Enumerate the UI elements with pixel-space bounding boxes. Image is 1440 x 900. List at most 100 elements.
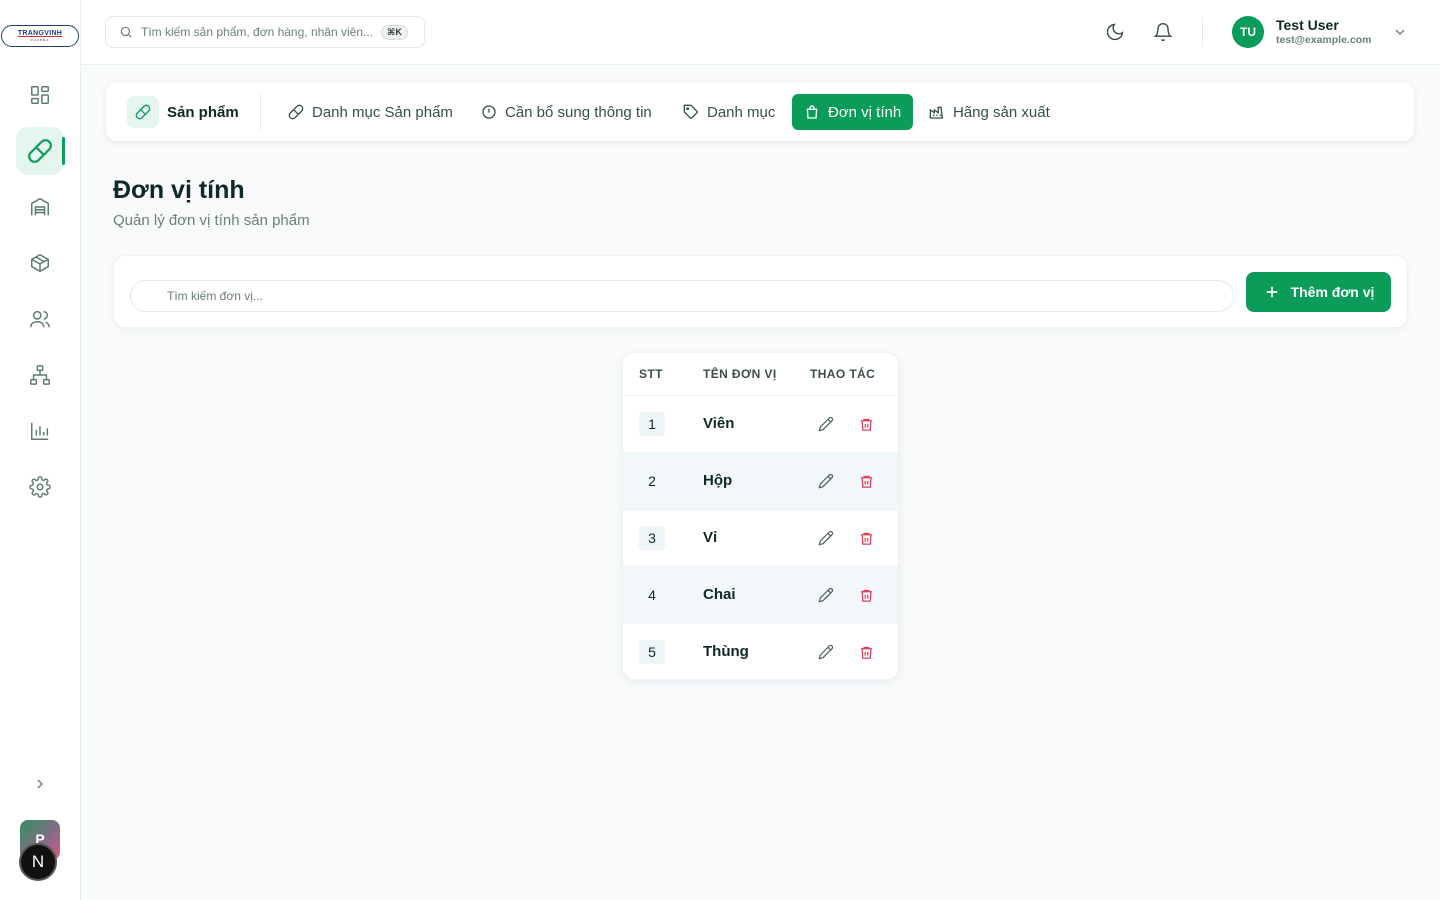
delete-button[interactable] (857, 586, 875, 604)
sidebar-item-warehouse[interactable] (16, 183, 64, 231)
tab-label: Đơn vị tính (828, 103, 902, 121)
tab-label: Danh mục Sản phẩm (312, 103, 453, 121)
plus-icon (1266, 286, 1277, 298)
trash-icon (860, 418, 872, 431)
section-icon-box (127, 96, 159, 128)
org-chart-icon (30, 365, 50, 385)
tab-label: Danh mục (707, 103, 776, 121)
brand-logo[interactable]: TRANGVINH PHARMA (1, 25, 79, 47)
add-unit-button[interactable]: Thêm đơn vị (1246, 272, 1391, 312)
units-table: STT TÊN ĐƠN VỊ THAO TÁC 1 Viên 2 Hộp 3 V… (622, 352, 899, 680)
moon-icon (1106, 23, 1124, 41)
search-icon (120, 26, 132, 38)
column-header-actions: THAO TÁC (810, 367, 876, 381)
table-row: 1 Viên (623, 396, 898, 453)
sidebar-item-products[interactable] (16, 127, 65, 175)
section-header: Sản phẩm (127, 96, 239, 128)
pencil-icon (818, 530, 834, 546)
user-name[interactable]: Test User (1276, 17, 1339, 33)
n-avatar-badge[interactable]: N (19, 843, 57, 881)
product-tabs-bar: Sản phẩm Danh mục Sản phẩm Cần bổ sung t… (105, 81, 1415, 142)
sidebar-item-settings[interactable] (16, 463, 64, 511)
unit-name: Thùng (703, 643, 749, 660)
delete-button[interactable] (857, 415, 875, 433)
row-index: 2 (648, 473, 656, 489)
edit-button[interactable] (817, 415, 835, 433)
row-index: 4 (648, 587, 656, 603)
dashboard-grid-icon (31, 86, 49, 104)
logo-subtext: PHARMA (30, 38, 50, 42)
column-header-unit-name: TÊN ĐƠN VỊ (703, 367, 777, 381)
package-box-icon (31, 253, 49, 273)
pencil-icon (818, 644, 834, 660)
pill-icon (288, 104, 304, 120)
global-search-placeholder: Tìm kiếm sản phẩm, đơn hàng, nhân viên..… (141, 25, 373, 39)
page-title: Đơn vị tính (113, 176, 245, 204)
trash-icon (860, 589, 872, 602)
chevron-down-icon (1395, 29, 1405, 35)
delete-button[interactable] (857, 529, 875, 547)
global-search-box[interactable]: Tìm kiếm sản phẩm, đơn hàng, nhân viên..… (105, 16, 425, 48)
pencil-icon (818, 473, 834, 489)
shortcut-hint: ⌘K (381, 24, 408, 40)
table-row: 4 Chai (623, 567, 898, 624)
table-row: 3 Vỉ (623, 510, 898, 567)
bar-chart-icon (31, 422, 49, 440)
edit-button[interactable] (817, 472, 835, 490)
tabs-divider (260, 94, 261, 130)
page-subtitle: Quản lý đơn vị tính sản phẩm (113, 212, 310, 229)
toolbar-card: Thêm đơn vị (113, 255, 1408, 328)
theme-toggle-button[interactable] (1103, 20, 1127, 44)
delete-button[interactable] (857, 472, 875, 490)
user-email: test@example.com (1276, 34, 1372, 46)
chevron-right-icon (37, 779, 43, 789)
unit-search-input[interactable] (130, 280, 1234, 312)
unit-name: Hộp (703, 472, 733, 489)
trash-icon (860, 475, 872, 488)
bag-icon (806, 105, 818, 119)
row-index: 5 (639, 640, 665, 664)
tab-label: Cần bổ sung thông tin (505, 103, 652, 121)
table-row: 2 Hộp (623, 453, 898, 510)
sidebar-item-inventory[interactable] (16, 239, 64, 287)
bell-icon (1153, 23, 1173, 42)
sidebar-item-dashboard[interactable] (16, 71, 64, 119)
users-icon (30, 310, 50, 328)
user-menu-toggle[interactable] (1392, 24, 1408, 40)
alert-circle-icon (482, 105, 496, 119)
sidebar-item-reports[interactable] (16, 407, 64, 455)
logo-text: TRANGVINH (17, 30, 63, 37)
tab-label: Hãng sản xuất (953, 103, 1050, 121)
row-index: 3 (639, 526, 665, 550)
tab-manufacturers[interactable]: Hãng sản xuất (917, 94, 1062, 130)
section-title: Sản phẩm (167, 103, 239, 121)
trash-icon (860, 646, 872, 659)
pill-icon (28, 139, 52, 163)
tag-icon (683, 104, 698, 119)
sidebar: TRANGVINH PHARMA P N (0, 0, 81, 900)
warehouse-icon (31, 197, 49, 216)
tab-units[interactable]: Đơn vị tính (792, 94, 913, 130)
edit-button[interactable] (817, 586, 835, 604)
unit-name: Chai (703, 586, 736, 603)
sidebar-item-users[interactable] (16, 295, 64, 343)
table-row: 5 Thùng (623, 624, 898, 679)
factory-icon (929, 106, 944, 119)
delete-button[interactable] (857, 643, 875, 661)
top-header: Tìm kiếm sản phẩm, đơn hàng, nhân viên..… (81, 0, 1440, 65)
sidebar-item-organization[interactable] (16, 351, 64, 399)
tab-needs-info[interactable]: Cần bổ sung thông tin (469, 94, 664, 130)
unit-name: Vỉ (703, 529, 718, 546)
sidebar-expand-button[interactable] (28, 772, 52, 796)
add-unit-label: Thêm đơn vị (1290, 284, 1375, 300)
tab-categories[interactable]: Danh mục (671, 94, 787, 130)
edit-button[interactable] (817, 643, 835, 661)
user-avatar[interactable]: TU (1232, 16, 1264, 48)
row-index: 1 (639, 412, 665, 436)
notifications-button[interactable] (1151, 20, 1175, 44)
settings-gear-icon (29, 476, 51, 498)
tab-product-catalog[interactable]: Danh mục Sản phẩm (276, 94, 465, 130)
edit-button[interactable] (817, 529, 835, 547)
pencil-icon (818, 416, 834, 432)
pill-icon (135, 104, 151, 120)
